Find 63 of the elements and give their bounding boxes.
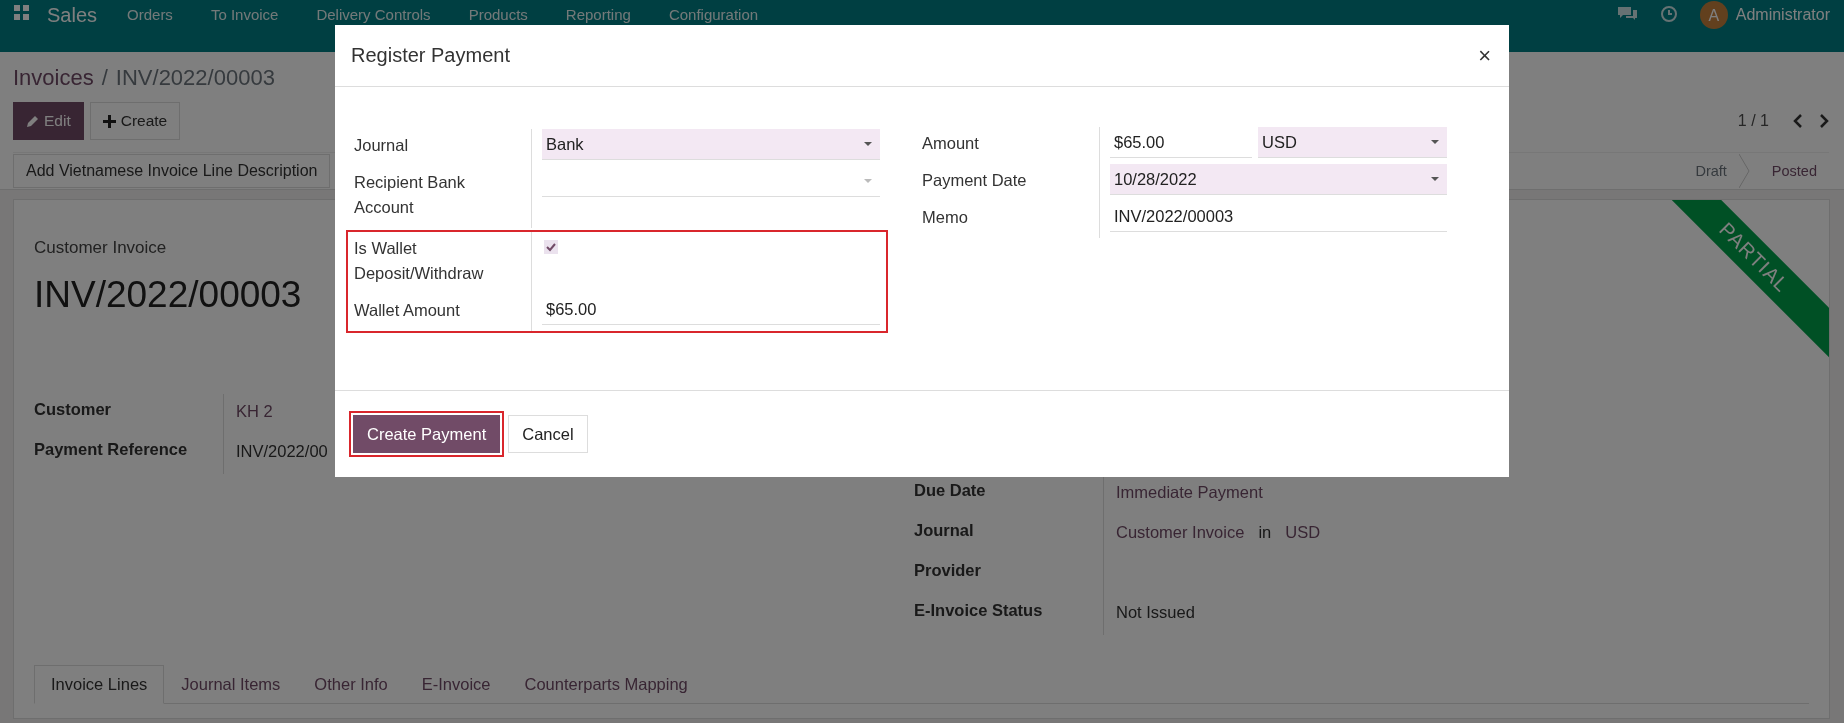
select-field[interactable]: Bank	[542, 129, 880, 160]
field-value: INV/2022/00	[235, 441, 328, 462]
field-label: Payment Date	[922, 164, 1100, 201]
input-field[interactable]: $65.00	[1110, 127, 1252, 158]
status-step[interactable]: Draft	[1673, 154, 1739, 188]
field-link[interactable]: USD	[1285, 523, 1321, 555]
pencil-icon	[26, 114, 39, 128]
field-label: Recipient Bank Account	[354, 166, 532, 228]
input-field[interactable]: $65.00	[542, 294, 880, 325]
field-label: Wallet Amount	[354, 294, 532, 331]
field-label: Amount	[922, 127, 1100, 164]
field-label: Payment Reference	[34, 434, 224, 474]
field-label: Is Wallet Deposit/Withdraw	[354, 232, 532, 294]
apps-menu-icon[interactable]	[14, 5, 29, 20]
check-icon	[546, 242, 556, 252]
pager-counter: 1 / 1	[1737, 112, 1769, 130]
field-value: in	[1258, 523, 1272, 543]
user-name[interactable]: Administrator	[1735, 5, 1830, 24]
menu-item[interactable]: Orders	[127, 5, 173, 24]
caret-icon[interactable]	[1431, 177, 1439, 181]
breadcrumb-current: INV/2022/00003	[115, 65, 275, 91]
plus-icon	[102, 114, 116, 128]
menu-item[interactable]: Products	[468, 5, 528, 24]
tab[interactable]: E-Invoice	[404, 665, 508, 704]
app-name[interactable]: Sales	[47, 5, 98, 25]
field-label: Journal	[914, 515, 1104, 555]
action-button[interactable]: Add Vietnamese Invoice Line Description	[13, 154, 331, 188]
field-label: Customer	[34, 394, 224, 434]
chevron-divider-icon	[1738, 154, 1750, 188]
select-field[interactable]: USD	[1258, 127, 1447, 158]
clock-icon[interactable]	[1659, 5, 1678, 23]
field-label: E-Invoice Status	[914, 595, 1104, 635]
close-button[interactable]: ×	[1478, 42, 1491, 69]
caret-icon[interactable]	[864, 142, 872, 146]
tab[interactable]: Invoice Lines	[34, 665, 165, 704]
field-link[interactable]: Immediate Payment	[1116, 483, 1263, 515]
record-title: INV/2022/00003	[34, 274, 302, 316]
select-field[interactable]: 10/28/2022	[1110, 164, 1447, 195]
menu-item[interactable]: To Invoice	[210, 5, 279, 24]
field-label: Provider	[914, 555, 1104, 595]
field-link[interactable]: KH 2	[224, 394, 273, 434]
status-step[interactable]: Posted	[1749, 154, 1829, 188]
chat-icon[interactable]	[1616, 5, 1638, 21]
tab[interactable]: Counterparts Mapping	[507, 665, 705, 704]
field-value: Not Issued	[1116, 603, 1195, 623]
menu-item[interactable]: Configuration	[668, 5, 759, 24]
caret-icon[interactable]	[1431, 140, 1439, 144]
breadcrumb-link[interactable]: Invoices	[13, 65, 94, 91]
dialog-title: Register Payment	[351, 44, 510, 67]
edit-button[interactable]: Edit	[13, 102, 84, 140]
user-avatar[interactable]: A	[1699, 1, 1728, 29]
checkbox[interactable]	[544, 240, 558, 254]
input-field[interactable]: INV/2022/00003	[1110, 201, 1447, 232]
field-label: Journal	[354, 129, 532, 166]
field-link[interactable]: Customer Invoice	[1116, 523, 1245, 555]
menu-item[interactable]: Delivery Controls	[316, 5, 431, 24]
create-button[interactable]: Create	[89, 102, 181, 140]
tab[interactable]: Journal Items	[164, 665, 298, 704]
record-type: Customer Invoice	[34, 238, 167, 258]
breadcrumb-separator: /	[101, 65, 108, 91]
field-label: Memo	[922, 201, 1100, 238]
tab[interactable]: Other Info	[297, 665, 405, 704]
menu-item[interactable]: Reporting	[565, 5, 631, 24]
